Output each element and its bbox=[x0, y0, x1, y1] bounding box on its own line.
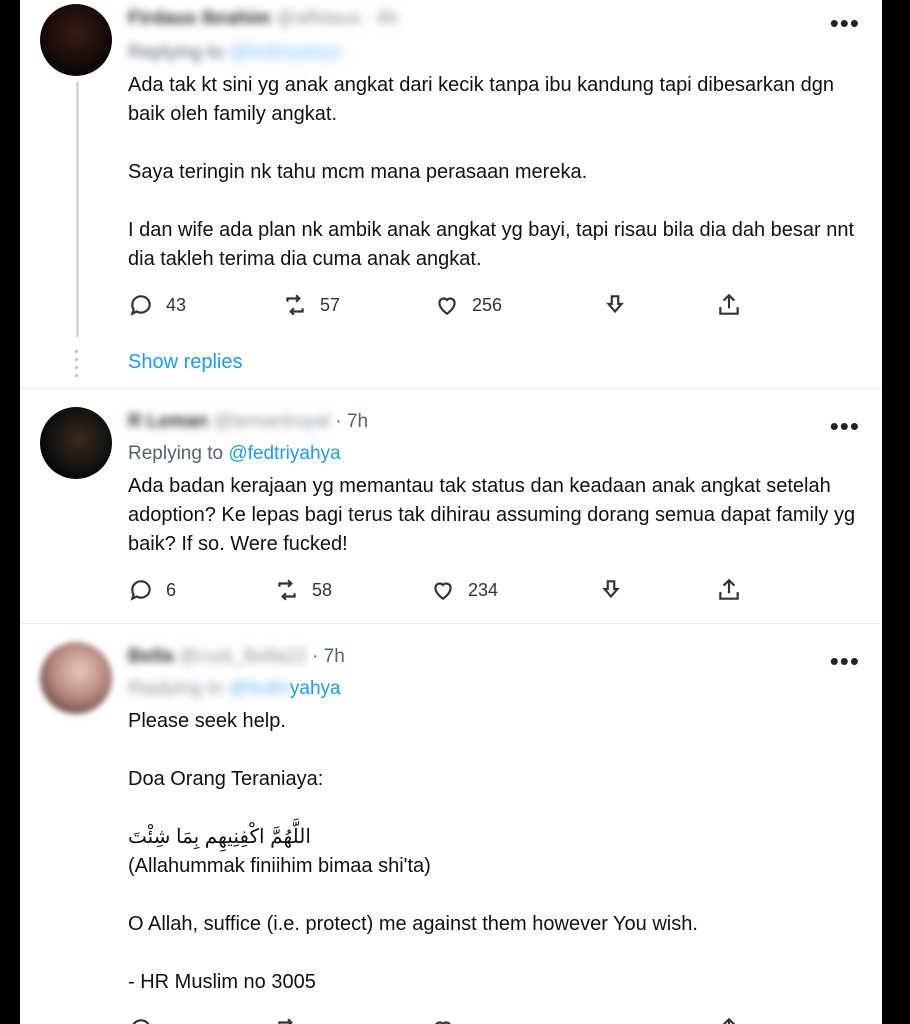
heart-icon bbox=[434, 582, 452, 600]
comment-icon bbox=[130, 295, 151, 316]
heart-icon bbox=[435, 1021, 451, 1024]
replying-to-label: Replying to bbox=[128, 42, 224, 63]
replying-to: Replying to @fedtriyahya bbox=[128, 443, 341, 465]
author-handle[interactable]: @alfidaus bbox=[276, 8, 361, 29]
thread-dots bbox=[75, 350, 79, 382]
action-bar: 43 57 256 bbox=[128, 292, 768, 322]
reply-count: 43 bbox=[166, 294, 187, 315]
retweet-count: 57 bbox=[320, 294, 341, 315]
heart-icon bbox=[438, 297, 456, 315]
reply-thread: Firdaus Ibrahim @alfidaus · 6h ••• Reply… bbox=[20, 0, 882, 1024]
author-row: Bella @cust_Bella22 · 7h bbox=[128, 646, 345, 668]
author-row: Firdaus Ibrahim @alfidaus · 6h bbox=[128, 8, 399, 30]
retweet-button[interactable] bbox=[274, 1016, 300, 1024]
share-button[interactable] bbox=[716, 577, 742, 603]
more-options-icon[interactable]: ••• bbox=[830, 413, 860, 439]
retweet-button[interactable]: 58 bbox=[274, 577, 332, 603]
download-arrow-icon bbox=[602, 580, 620, 599]
like-count: 234 bbox=[468, 579, 499, 600]
like-button[interactable] bbox=[430, 1016, 456, 1024]
more-options-icon[interactable]: ••• bbox=[830, 648, 860, 674]
share-icon bbox=[722, 1017, 736, 1024]
share-button[interactable] bbox=[716, 1016, 742, 1024]
download-arrow-icon bbox=[606, 295, 624, 314]
avatar[interactable] bbox=[40, 642, 112, 714]
avatar[interactable] bbox=[40, 4, 112, 76]
reply-tweet[interactable]: R Leman @lemanlroyal · 7h ••• Replying t… bbox=[20, 389, 882, 623]
timestamp[interactable]: · 7h bbox=[335, 411, 368, 432]
action-bar: 6 58 234 bbox=[128, 577, 768, 607]
reply-button[interactable]: 43 bbox=[128, 292, 186, 318]
comment-icon bbox=[130, 580, 151, 601]
tweet-text: Ada tak kt sini yg anak angkat dari keci… bbox=[128, 71, 868, 274]
show-replies-link[interactable]: Show replies bbox=[128, 351, 243, 374]
retweet-count: 58 bbox=[312, 579, 333, 600]
replying-to-label: Replying to bbox=[128, 443, 224, 464]
timestamp[interactable]: · 6h bbox=[366, 8, 399, 29]
tweet-text-content: Ada badan kerajaan yg memantau tak statu… bbox=[128, 475, 861, 555]
replying-to-handle[interactable]: @fedtriyahya bbox=[228, 443, 340, 464]
react-button[interactable] bbox=[598, 577, 624, 603]
thread-connector bbox=[76, 82, 79, 337]
replying-to-label: Replying to bbox=[128, 678, 224, 699]
replying-to-handle[interactable]: @fedtriyahya bbox=[228, 42, 340, 63]
timestamp[interactable]: · 7h bbox=[312, 646, 345, 667]
share-icon bbox=[719, 293, 739, 315]
share-button[interactable] bbox=[716, 292, 742, 318]
retweet-icon bbox=[286, 294, 304, 316]
tweet-text: Ada badan kerajaan yg memantau tak statu… bbox=[128, 472, 868, 559]
avatar[interactable] bbox=[40, 407, 112, 479]
replying-to: Replying to @fedtriyahya bbox=[128, 42, 341, 64]
more-options-icon[interactable]: ••• bbox=[830, 10, 860, 36]
reply-tweet[interactable]: Firdaus Ibrahim @alfidaus · 6h ••• Reply… bbox=[20, 0, 882, 388]
author-row: R Leman @lemanlroyal · 7h bbox=[128, 411, 368, 433]
tweet-text: Please seek help. Doa Orang Teraniaya: ا… bbox=[128, 707, 868, 997]
replying-to: Replying to @fedtriyahya bbox=[128, 678, 341, 700]
like-count: 256 bbox=[472, 294, 503, 315]
author-handle[interactable]: @cust_Bella22 bbox=[179, 646, 307, 667]
tweet-text-content: Please seek help. Doa Orang Teraniaya: ا… bbox=[128, 710, 698, 993]
action-bar bbox=[128, 1016, 768, 1024]
reply-count: 6 bbox=[166, 579, 177, 600]
author-name[interactable]: Firdaus Ibrahim bbox=[128, 8, 271, 29]
like-button[interactable]: 234 bbox=[430, 577, 498, 603]
react-button[interactable] bbox=[602, 292, 628, 318]
replying-to-handle-visible: yahya bbox=[289, 678, 341, 699]
reply-tweet[interactable]: Bella @cust_Bella22 · 7h ••• Replying to… bbox=[20, 624, 882, 1024]
like-button[interactable]: 256 bbox=[434, 292, 502, 318]
retweet-icon bbox=[278, 1018, 293, 1024]
comment-icon bbox=[132, 1019, 150, 1024]
reply-button[interactable] bbox=[128, 1016, 154, 1024]
retweet-button[interactable]: 57 bbox=[282, 292, 340, 318]
author-name[interactable]: R Leman bbox=[128, 411, 208, 432]
author-name[interactable]: Bella bbox=[128, 646, 173, 667]
tweet-text-content: Ada tak kt sini yg anak angkat dari keci… bbox=[128, 74, 855, 270]
share-icon bbox=[719, 578, 739, 600]
replying-to-handle[interactable]: @fedtriyahya bbox=[228, 678, 340, 699]
retweet-icon bbox=[278, 579, 296, 601]
author-handle[interactable]: @lemanlroyal bbox=[214, 411, 330, 432]
reply-button[interactable]: 6 bbox=[128, 577, 176, 603]
replying-to-handle-blurred: @fedtri bbox=[228, 678, 290, 699]
